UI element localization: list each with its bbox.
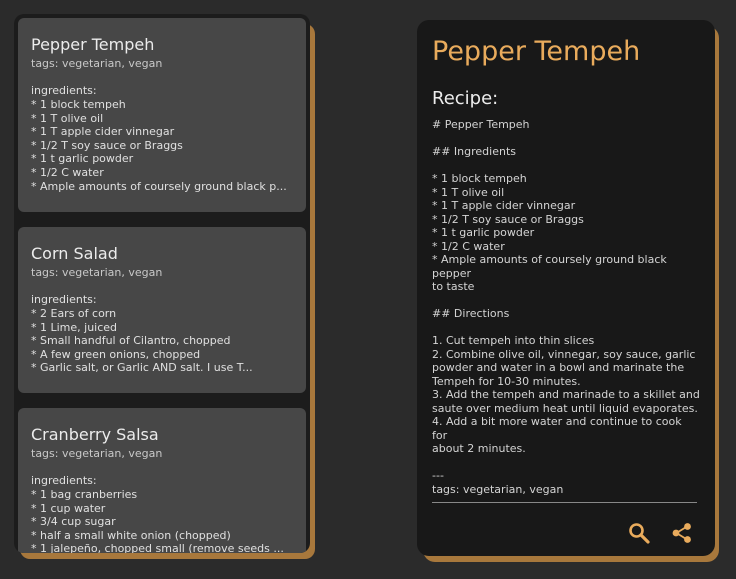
card-ingredient: * 1 Lime, juiced <box>31 320 118 334</box>
recipe-detail: Pepper Tempeh Recipe: # Pepper Tempeh ##… <box>417 20 715 556</box>
card-ingredient: * 3/4 cup sugar <box>31 515 116 529</box>
recipe-text: # Pepper Tempeh ## Ingredients * 1 block… <box>432 118 700 496</box>
card-title: Corn Salad <box>31 244 118 263</box>
card-ingredient: * Small handful of Cilantro, chopped <box>31 334 231 348</box>
card-ingredient: * A few green onions, chopped <box>31 347 201 361</box>
recipe-card[interactable]: Corn Salad tags: vegetarian, vegan ingre… <box>18 227 306 393</box>
card-tags: tags: vegetarian, vegan <box>31 447 163 460</box>
card-tags: tags: vegetarian, vegan <box>31 266 163 279</box>
card-ingredient-list: * 1 block tempeh * 1 T olive oil * 1 T a… <box>31 98 293 193</box>
search-button[interactable] <box>626 520 652 546</box>
card-ingredient: * 1 jalepeño, chopped small (remove seed… <box>31 542 284 553</box>
card-ingredients-label: ingredients: <box>31 293 97 306</box>
recipe-heading: Recipe: <box>432 88 499 109</box>
card-ingredient: * 2 Ears of corn <box>31 307 117 320</box>
card-ingredient: * 1 block tempeh <box>31 98 126 111</box>
divider <box>432 502 697 503</box>
card-tags: tags: vegetarian, vegan <box>31 57 163 70</box>
card-title: Cranberry Salsa <box>31 425 159 444</box>
card-ingredient: * Garlic salt, or Garlic AND salt. I use… <box>31 361 253 375</box>
card-ingredient: * 1 bag cranberries <box>31 488 138 501</box>
card-ingredient: * 1 cup water <box>31 501 106 515</box>
detail-title: Pepper Tempeh <box>432 36 641 67</box>
card-ingredients-label: ingredients: <box>31 474 97 487</box>
search-icon <box>629 523 650 544</box>
card-ingredient: * half a small white onion (chopped) <box>31 528 231 542</box>
card-ingredient: * Ample amounts of coursely ground black… <box>31 179 287 193</box>
card-ingredient: * 1/2 T soy sauce or Braggs <box>31 138 183 152</box>
card-ingredient: * 1/2 C water <box>31 165 104 179</box>
recipe-list[interactable]: Pepper Tempeh tags: vegetarian, vegan in… <box>14 14 310 553</box>
card-ingredient: * 1 T olive oil <box>31 111 104 125</box>
card-title: Pepper Tempeh <box>31 35 155 54</box>
recipe-card[interactable]: Cranberry Salsa tags: vegetarian, vegan … <box>18 408 306 553</box>
card-ingredient-list: * 2 Ears of corn * 1 Lime, juiced * Smal… <box>31 307 293 375</box>
recipe-card[interactable]: Pepper Tempeh tags: vegetarian, vegan in… <box>18 18 306 212</box>
card-ingredient: * 1 t garlic powder <box>31 152 134 166</box>
card-ingredients-label: ingredients: <box>31 84 97 97</box>
share-button[interactable] <box>669 520 695 546</box>
share-icon <box>672 523 691 543</box>
card-ingredient-list: * 1 bag cranberries * 1 cup water * 3/4 … <box>31 488 293 553</box>
card-ingredient: * 1 T apple cider vinnegar <box>31 125 175 139</box>
